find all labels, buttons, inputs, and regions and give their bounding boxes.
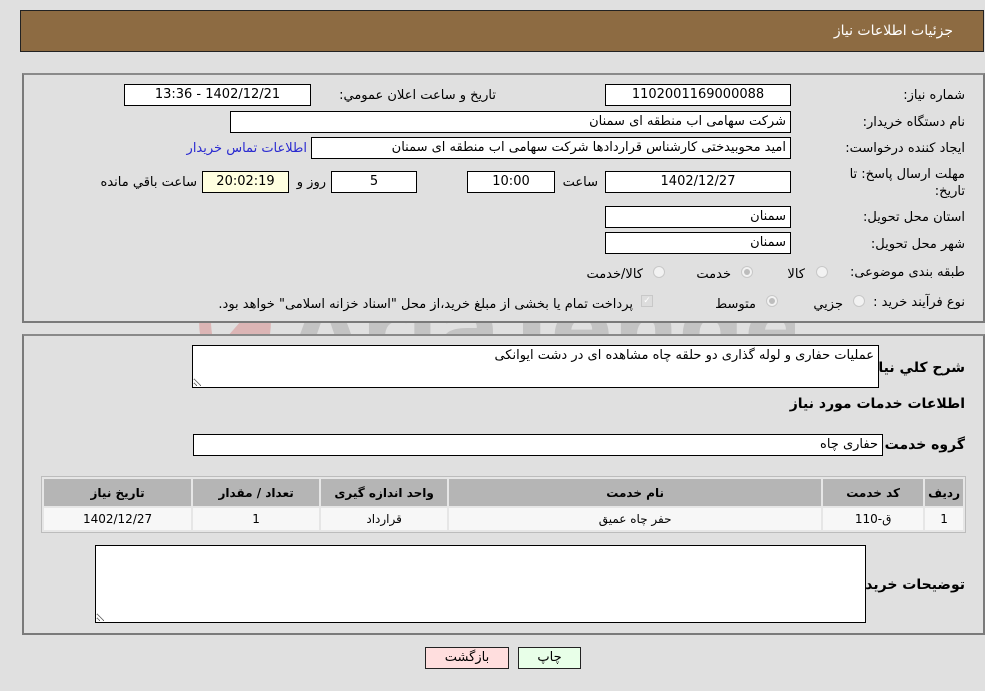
deadline-date-field: 1402/12/27 [605, 171, 791, 193]
cell-quantity: 1 [193, 508, 320, 530]
process-option-medium: متوسط [715, 297, 756, 312]
buyer-org-field: شرکت سهامی اب منطقه ای سمنان [230, 111, 791, 133]
col-header-service-name: نام خدمت [449, 479, 822, 506]
back-button[interactable]: بازگشت [425, 647, 509, 669]
remaining-time-field: 20:02:19 [202, 171, 289, 193]
buyer-org-label: نام دستگاه خريدار: [862, 115, 965, 130]
announce-datetime-label: تاريخ و ساعت اعلان عمومي: [339, 88, 496, 103]
service-group-field: حفاری چاه [193, 434, 883, 456]
remaining-time-label: ساعت باقي مانده [100, 175, 197, 190]
remaining-days-label: روز و [296, 175, 326, 190]
cell-service-name: حفر چاه عمیق [449, 508, 822, 530]
table-header-row: رديف کد خدمت نام خدمت واحد اندازه گيری ت… [44, 479, 963, 506]
need-number-label: شماره نیاز: [903, 88, 965, 103]
purchase-process-label: نوع فرآيند خريد : [873, 295, 965, 310]
col-header-row-number: رديف [925, 479, 963, 506]
buyer-notes-textarea[interactable] [95, 545, 866, 623]
category-label: طبقه بندی موضوعی: [849, 265, 965, 280]
process-radio-minor[interactable] [853, 295, 865, 307]
category-option-goods: کالا [787, 267, 805, 282]
requester-label: ايجاد کننده درخواست: [845, 141, 965, 156]
service-group-label: گروه خدمت: [879, 437, 965, 453]
print-button[interactable]: چاپ [518, 647, 581, 669]
cell-unit: قرارداد [321, 508, 448, 530]
page-header: جزئیات اطلاعات نیاز [20, 10, 984, 52]
deadline-label: مهلت ارسال پاسخ: تا تاريخ: [849, 167, 965, 199]
category-radio-goods-service[interactable] [653, 266, 665, 278]
need-details-panel: شرح کلي نياز: عملیات حفاری و لوله گذاری … [22, 334, 985, 635]
category-radio-goods[interactable] [816, 266, 828, 278]
requester-field: امید محوبیدختی کارشناس قراردادها شرکت سه… [311, 137, 791, 159]
deadline-time-label: ساعت [562, 175, 598, 190]
buyer-contact-link[interactable]: اطلاعات تماس خريدار [187, 141, 307, 156]
cell-row-number: 1 [925, 508, 963, 530]
col-header-unit: واحد اندازه گيری [321, 479, 448, 506]
treasury-note: پرداخت تمام يا بخشی از مبلغ خريد،از محل … [218, 297, 633, 312]
category-option-service: خدمت [696, 267, 731, 282]
cell-need-date: 1402/12/27 [44, 508, 192, 530]
category-option-goods-service: کالا/خدمت [586, 267, 643, 282]
deadline-time-field: 10:00 [467, 171, 555, 193]
cell-service-code: ق-110 [823, 508, 924, 530]
delivery-province-label: استان محل تحويل: [863, 210, 965, 225]
description-textarea[interactable]: عملیات حفاری و لوله گذاری دو حلقه چاه مش… [192, 345, 879, 388]
description-label: شرح کلي نياز: [864, 360, 965, 376]
need-info-panel: شماره نیاز: 1102001169000088 تاريخ و ساع… [22, 73, 985, 323]
process-option-minor: جزيي [813, 297, 843, 312]
delivery-province-field: سمنان [605, 206, 791, 228]
services-heading: اطلاعات خدمات مورد نياز [789, 396, 965, 412]
col-header-quantity: تعداد / مقدار [193, 479, 320, 506]
announce-datetime-field: 1402/12/21 - 13:36 [124, 84, 311, 106]
treasury-checkbox[interactable]: ✓ [641, 295, 653, 307]
delivery-city-label: شهر محل تحويل: [870, 237, 965, 252]
remaining-days-field: 5 [331, 171, 417, 193]
table-row: 1 ق-110 حفر چاه عمیق قرارداد 1 1402/12/2… [44, 508, 963, 530]
col-header-need-date: تاريخ نياز [44, 479, 192, 506]
page-title: جزئیات اطلاعات نیاز [833, 23, 953, 39]
process-radio-medium[interactable] [766, 295, 778, 307]
services-table: رديف کد خدمت نام خدمت واحد اندازه گيری ت… [41, 476, 966, 533]
need-number-field: 1102001169000088 [605, 84, 791, 106]
delivery-city-field: سمنان [605, 232, 791, 254]
category-radio-service[interactable] [741, 266, 753, 278]
col-header-service-code: کد خدمت [823, 479, 924, 506]
